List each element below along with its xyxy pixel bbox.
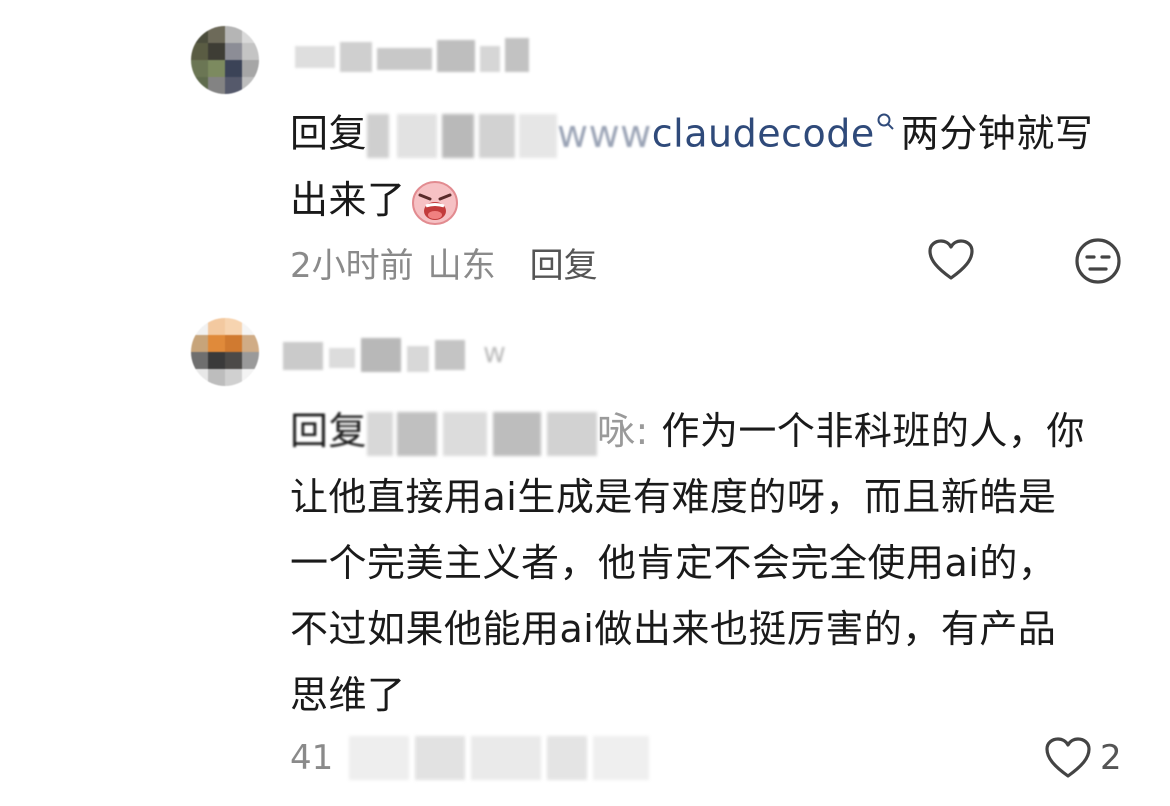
comment-line: 出来了 <box>290 167 1130 233</box>
location: 山东 <box>427 246 496 286</box>
comment-item: 回复 wwwclaudecode 两分钟就写 出来了 2小时前 山东 回复 <box>0 0 1170 300</box>
comment-text-line2: 出来了 <box>290 177 406 222</box>
timestamp: 2小时前 <box>290 246 414 286</box>
timestamp-partial: 41 <box>290 738 334 778</box>
avatar[interactable] <box>191 318 259 386</box>
reply-prefix: 回复 <box>290 409 368 453</box>
comment-line: 思维了 <box>290 673 406 717</box>
comment-text-tail: 两分钟就写 <box>900 111 1094 156</box>
heart-outline-icon <box>928 239 974 280</box>
keyword-link[interactable]: claudecode <box>652 112 875 156</box>
comment-text: 回复 咏: 作为一个非科班的人，你 让他直接用ai生成是有难度的呀，而且新皓是 … <box>290 398 1130 728</box>
reply-button[interactable]: 回复 <box>530 238 598 287</box>
comment-meta: 2小时前 山东 回复 <box>290 238 598 287</box>
comment-line: 让他直接用ai生成是有难度的呀，而且新皓是 <box>290 475 1057 519</box>
comment-line-text: 作为一个非科班的人，你 <box>661 409 1085 453</box>
like-button[interactable] <box>927 238 975 282</box>
crying-emoji-icon <box>410 177 460 227</box>
comment-line: 不过如果他能用ai做出来也挺厉害的，有产品 <box>290 607 1057 651</box>
dislike-button[interactable] <box>1074 237 1122 285</box>
like-count: 2 <box>1100 738 1122 778</box>
avatar[interactable] <box>191 26 259 94</box>
comment-line: 回复 咏: 作为一个非科班的人，你 <box>290 398 1130 464</box>
username-suffix: w <box>483 336 506 369</box>
comment-line: 回复 wwwclaudecode 两分钟就写 <box>290 94 1130 167</box>
search-icon[interactable] <box>877 113 895 139</box>
reply-target-redacted[interactable] <box>367 411 598 456</box>
meta-redacted <box>349 736 650 780</box>
comment-line: 一个完美主义者，他肯定不会完全使用ai的， <box>290 541 1057 585</box>
meh-face-icon <box>1075 238 1121 284</box>
heart-outline-icon <box>1045 737 1091 778</box>
username[interactable]: w <box>283 336 533 374</box>
like-button[interactable]: 2 <box>1044 736 1122 780</box>
reply-target-suffix: 咏: <box>597 409 649 453</box>
comment-meta: 41 <box>290 736 650 780</box>
comment-text: 回复 wwwclaudecode 两分钟就写 出来了 <box>290 94 1130 233</box>
username[interactable] <box>295 36 545 74</box>
comment-item: w 回复 咏: 作为一个非科班的人，你 让他直接用ai生成是有难度的呀，而且新皓… <box>0 300 1170 806</box>
reply-prefix: 回复 <box>290 111 368 156</box>
reply-target-suffix: www <box>557 111 652 156</box>
reply-target-redacted[interactable] <box>367 114 558 159</box>
